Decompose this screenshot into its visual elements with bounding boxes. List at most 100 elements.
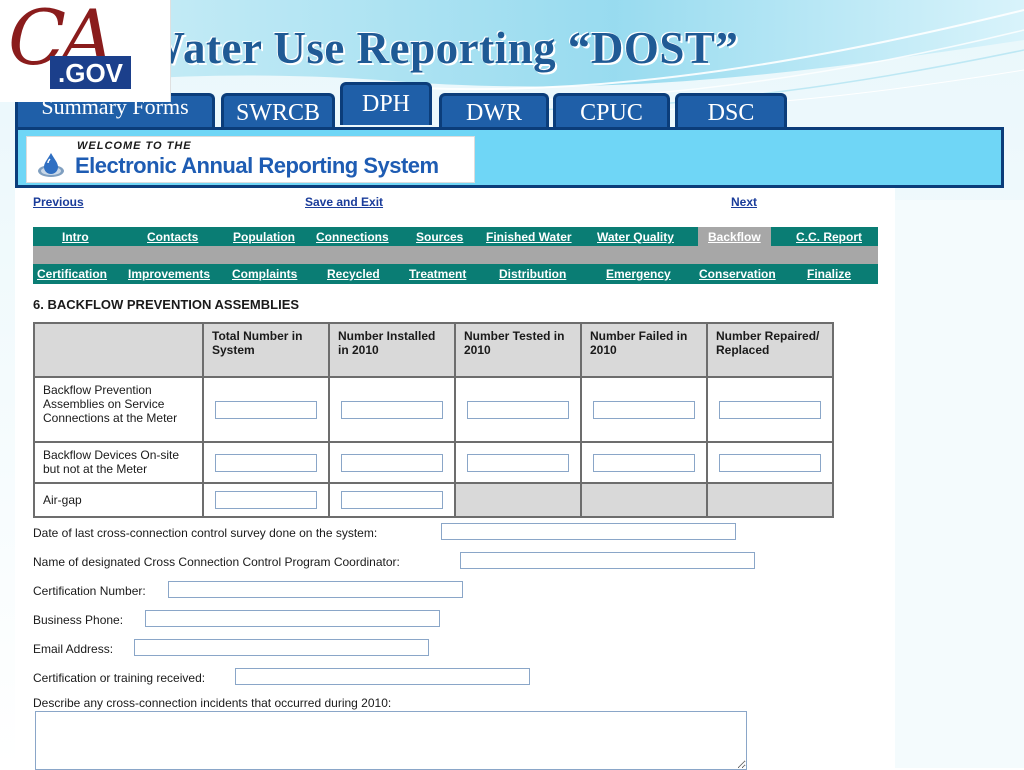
table-cell [328,482,456,518]
survey-date-row: Date of last cross-connection control su… [33,523,736,540]
cert-number-label: Certification Number: [33,584,146,598]
table-cell [706,376,834,443]
tab-dsc-label: DSC [707,100,755,126]
training-input[interactable] [235,668,530,685]
header-panel: WELCOME TO THE Electronic Annual Reporti… [15,127,1004,188]
table-cell [202,441,330,484]
save-and-exit-link[interactable]: Save and Exit [305,195,383,209]
ca-gov-logo: CA .GOV [0,0,171,102]
table-cell [706,441,834,484]
table-row: Air-gap [33,482,834,518]
table-cell-disabled [454,482,582,518]
business-phone-label: Business Phone: [33,613,124,627]
tab-dph-label: DPH [361,91,410,117]
table-cell [580,376,708,443]
section-tab-spacer [33,246,878,264]
coordinator-input[interactable] [460,552,755,569]
backflow-table: Total Number in System Number Installed … [33,322,834,518]
section-tab-finished-water[interactable]: Finished Water [486,230,572,244]
installed-airgap-input[interactable] [341,491,443,509]
section-tab-water-quality[interactable]: Water Quality [597,230,674,244]
total-meter-input[interactable] [215,400,317,419]
row-label-airgap: Air-gap [33,482,204,518]
email-input[interactable] [134,639,429,656]
section-tab-treatment[interactable]: Treatment [409,267,466,281]
training-row: Certification or training received: [33,668,530,685]
tab-dwr-label: DWR [466,100,522,126]
section-tab-conservation[interactable]: Conservation [699,267,776,281]
cert-number-row: Certification Number: [33,581,463,598]
business-phone-row: Business Phone: [33,610,440,627]
section-tab-sources[interactable]: Sources [416,230,463,244]
table-cell [454,441,582,484]
failed-onsite-input[interactable] [593,453,695,472]
previous-link[interactable]: Previous [33,195,84,209]
tab-dsc[interactable]: DSC [675,93,787,130]
section-tab-emergency[interactable]: Emergency [606,267,671,281]
table-cell-disabled [580,482,708,518]
survey-date-label: Date of last cross-connection control su… [33,526,378,540]
total-airgap-input[interactable] [215,491,317,509]
section-tab-recycled[interactable]: Recycled [327,267,380,281]
table-cell [328,376,456,443]
table-header-repaired: Number Repaired/ Replaced [706,322,834,378]
cert-number-input[interactable] [168,581,463,598]
tested-onsite-input[interactable] [467,453,569,472]
total-onsite-input[interactable] [215,453,317,472]
section-tab-improvements[interactable]: Improvements [128,267,210,281]
business-phone-input[interactable] [145,610,440,627]
coordinator-label: Name of designated Cross Connection Cont… [33,555,400,569]
welcome-banner: WELCOME TO THE Electronic Annual Reporti… [26,136,475,183]
tested-meter-input[interactable] [467,400,569,419]
table-header-installed: Number Installed in 2010 [328,322,456,378]
table-cell-disabled [706,482,834,518]
section-title: 6. BACKFLOW PREVENTION ASSEMBLIES [33,297,300,312]
tab-dph[interactable]: DPH [340,82,432,125]
slide-title: Water Use Reporting “DOST” [140,23,739,73]
section-tab-finalize[interactable]: Finalize [807,267,851,281]
section-tab-contacts[interactable]: Contacts [147,230,198,244]
water-drop-icon [38,153,64,177]
table-row: Backflow Prevention Assemblies on Servic… [33,376,834,443]
table-cell [202,482,330,518]
row-label-meter: Backflow Prevention Assemblies on Servic… [33,376,204,443]
tab-swrcb[interactable]: SWRCB [221,93,335,130]
incidents-textarea[interactable] [35,711,747,770]
tab-dwr[interactable]: DWR [439,93,549,130]
section-tabs-row1: Intro Contacts Population Connections So… [33,227,878,247]
table-row: Backflow Devices On-site but not at the … [33,441,834,484]
section-tab-intro[interactable]: Intro [62,230,89,244]
installed-onsite-input[interactable] [341,453,443,472]
survey-date-input[interactable] [441,523,736,540]
logo-gov-text: .GOV [50,56,132,89]
section-tab-cc-report[interactable]: C.C. Report [796,230,862,244]
welcome-main-text: Electronic Annual Reporting System [75,153,439,178]
next-link[interactable]: Next [731,195,757,209]
training-label: Certification or training received: [33,671,206,685]
repaired-meter-input[interactable] [719,400,821,419]
repaired-onsite-input[interactable] [719,453,821,472]
table-header-row: Total Number in System Number Installed … [33,322,834,378]
section-tab-backflow[interactable]: Backflow [698,227,771,247]
welcome-small-text: WELCOME TO THE [77,140,192,152]
tab-cpuc[interactable]: CPUC [553,93,670,130]
section-tab-population[interactable]: Population [233,230,295,244]
table-header-tested: Number Tested in 2010 [454,322,582,378]
row-label-onsite: Backflow Devices On-site but not at the … [33,441,204,484]
section-tab-complaints[interactable]: Complaints [232,267,297,281]
table-header-total: Total Number in System [202,322,330,378]
table-cell [454,376,582,443]
section-tab-connections[interactable]: Connections [316,230,389,244]
email-label: Email Address: [33,642,114,656]
section-tabs-row2: Certification Improvements Complaints Re… [33,264,878,284]
section-tab-distribution[interactable]: Distribution [499,267,566,281]
table-header-empty [33,322,204,378]
incidents-label: Describe any cross-connection incidents … [33,696,392,710]
section-tab-certification[interactable]: Certification [37,267,107,281]
incidents-row: Describe any cross-connection incidents … [33,696,391,710]
table-cell [328,441,456,484]
table-cell [202,376,330,443]
tab-swrcb-label: SWRCB [235,100,321,126]
failed-meter-input[interactable] [593,400,695,419]
installed-meter-input[interactable] [341,400,443,419]
